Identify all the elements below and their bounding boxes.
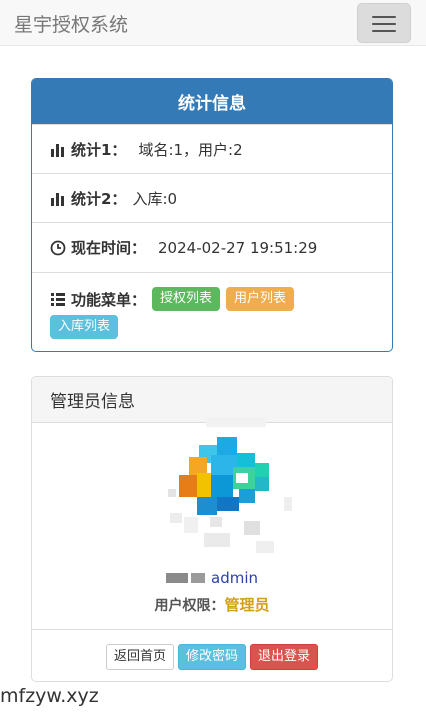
stat1-row: 统计1： 域名:1，用户:2 — [32, 124, 392, 173]
username-line: admin — [32, 569, 392, 587]
clock-icon — [50, 240, 66, 256]
hamburger-menu-icon — [372, 16, 396, 18]
redacted-label — [191, 573, 205, 583]
bar-chart-icon — [50, 142, 66, 158]
role-label: 用户权限： — [154, 598, 225, 614]
role-line: 用户权限：管理员 — [32, 594, 392, 615]
stat1-label: 统计1： — [71, 141, 127, 159]
bar-chart-icon — [50, 191, 66, 207]
username: admin — [211, 569, 258, 587]
current-time: 2024-02-27 19:51:29 — [158, 238, 318, 257]
admin-actions: 返回首页 修改密码 退出登录 — [32, 629, 392, 681]
menu-toggle-button[interactable] — [357, 3, 411, 43]
stat2-label: 统计2： — [71, 190, 127, 208]
stat2-value: 入库:0 — [132, 190, 178, 208]
user-list-link[interactable]: 用户列表 — [226, 287, 295, 311]
logout-button[interactable]: 退出登录 — [250, 643, 319, 670]
stats-panel-title: 统计信息 — [32, 79, 392, 124]
navbar: 星宇授权系统 — [0, 0, 426, 46]
stock-list-link[interactable]: 入库列表 — [50, 315, 119, 339]
stats-panel: 统计信息 统计1： 域名:1，用户:2 统计2： 入库:0 现在时间： 2024… — [31, 78, 393, 352]
admin-panel: 管理员信息 admin 用户权限：管理员 返回首页 修改密码 退出登录 — [31, 376, 393, 682]
brand-title[interactable]: 星宇授权系统 — [14, 10, 128, 37]
stat1-value: 域名:1，用户:2 — [138, 141, 243, 159]
stat2-row: 统计2： 入库:0 — [32, 173, 392, 222]
hamburger-bar — [372, 30, 396, 32]
role-value: 管理员 — [224, 596, 270, 614]
menu-label: 功能菜单： — [71, 290, 147, 309]
menu-row: 功能菜单： 授权列表 用户列表 入库列表 — [32, 272, 392, 351]
list-icon — [50, 291, 66, 307]
time-label: 现在时间： — [71, 239, 147, 257]
hamburger-bar — [372, 23, 396, 25]
avatar — [144, 417, 294, 557]
time-row: 现在时间： 2024-02-27 19:51:29 — [32, 222, 392, 272]
back-home-button[interactable]: 返回首页 — [105, 643, 174, 670]
change-password-button[interactable]: 修改密码 — [177, 643, 246, 670]
site-domain: mfzyw.xyz — [0, 685, 99, 707]
redacted-label — [166, 573, 188, 583]
auth-list-link[interactable]: 授权列表 — [152, 287, 221, 311]
